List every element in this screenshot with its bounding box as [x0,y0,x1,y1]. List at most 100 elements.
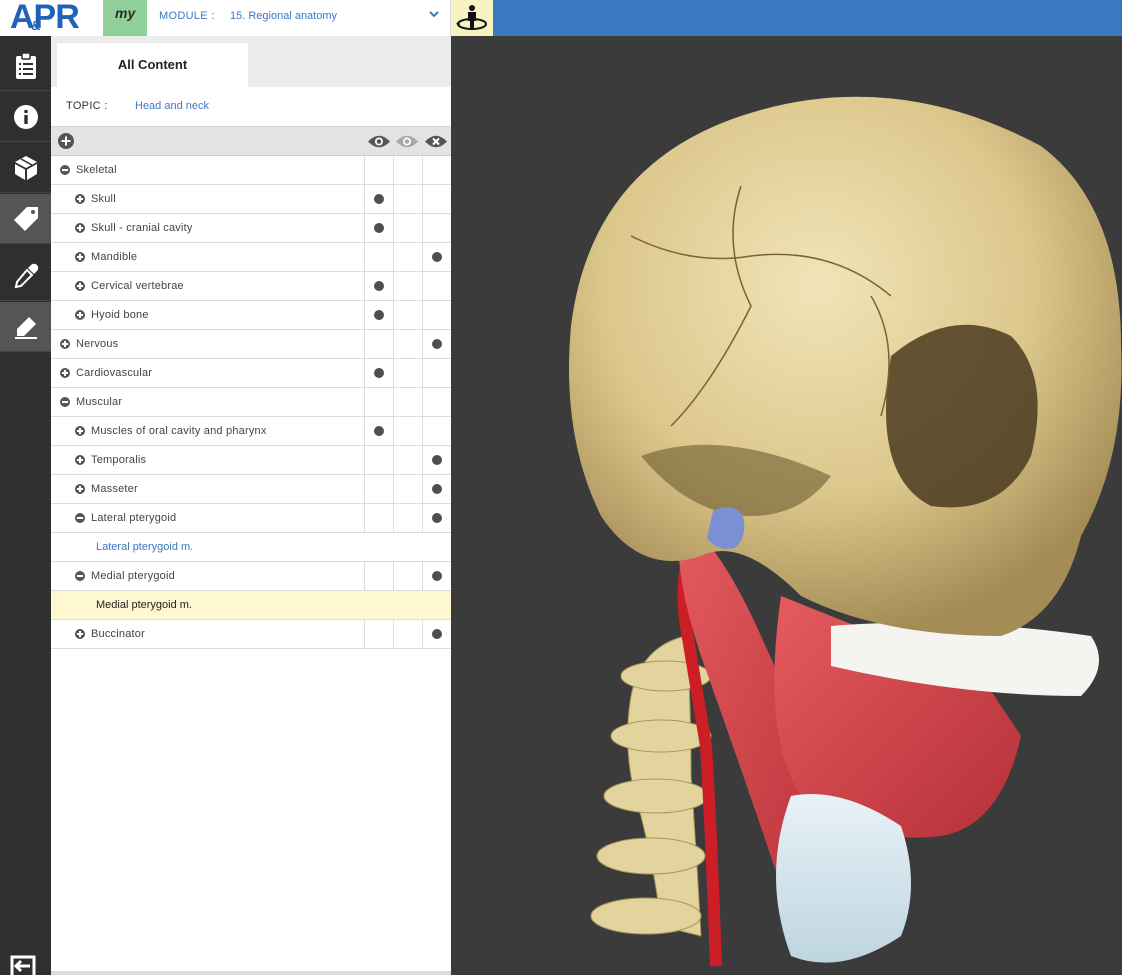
fade-cell[interactable] [393,446,422,474]
show-cell[interactable] [364,359,393,387]
tree-leaf-label[interactable]: Medial pterygoid m. [96,599,192,611]
tree-row[interactable]: Skeletal [51,156,451,185]
hide-cell[interactable] [422,359,451,387]
expand-icon[interactable] [75,281,85,291]
show-cell[interactable] [364,330,393,358]
expand-icon[interactable] [75,194,85,204]
tree-row[interactable]: Hyoid bone [51,301,451,330]
show-cell[interactable] [364,417,393,445]
tree-row[interactable]: Cardiovascular [51,359,451,388]
fade-cell[interactable] [393,620,422,648]
hide-cell[interactable] [422,243,451,271]
tree-row[interactable]: Mandible [51,243,451,272]
module-select[interactable]: MODULE : 15. Regional anatomy [147,0,451,36]
add-circle-icon[interactable] [58,133,74,149]
tree-row[interactable]: Temporalis [51,446,451,475]
3d-viewer[interactable] [451,36,1122,975]
fade-cell[interactable] [393,301,422,329]
tree-leaf-item[interactable]: Lateral pterygoid m. [51,533,451,562]
fade-cell[interactable] [393,330,422,358]
tree-row[interactable]: Cervical vertebrae [51,272,451,301]
navigator-button[interactable] [451,0,493,36]
expand-icon[interactable] [60,368,70,378]
my-button[interactable]: my [103,0,147,36]
rail-clipboard-button[interactable] [0,41,51,91]
collapse-icon[interactable] [75,571,85,581]
hide-cell[interactable] [422,330,451,358]
show-cell[interactable] [364,475,393,503]
show-cell[interactable] [364,388,393,416]
hide-cell[interactable] [422,620,451,648]
fade-cell[interactable] [393,214,422,242]
tree-row[interactable]: Skull - cranial cavity [51,214,451,243]
tree-row-label: Hyoid bone [91,309,149,321]
anatomy-model-image[interactable] [451,36,1122,975]
hide-cell[interactable] [422,214,451,242]
expand-icon[interactable] [75,252,85,262]
fade-cell[interactable] [393,359,422,387]
hide-cell[interactable] [422,475,451,503]
eye-icon[interactable] [367,134,391,149]
expand-icon[interactable] [75,310,85,320]
expand-icon[interactable] [75,484,85,494]
chevron-down-icon[interactable] [428,8,440,20]
tree-row[interactable]: Muscular [51,388,451,417]
show-cell[interactable] [364,156,393,184]
show-cell[interactable] [364,214,393,242]
fade-cell[interactable] [393,475,422,503]
hide-cell[interactable] [422,301,451,329]
topic-link[interactable]: Head and neck [135,100,209,112]
rail-cube-button[interactable] [0,143,51,193]
expand-icon[interactable] [75,455,85,465]
show-cell[interactable] [364,301,393,329]
rail-info-button[interactable] [0,92,51,142]
hide-cell[interactable] [422,504,451,532]
hide-cell[interactable] [422,185,451,213]
fade-cell[interactable] [393,272,422,300]
tree-row[interactable]: Medial pterygoid [51,562,451,591]
hide-cell[interactable] [422,388,451,416]
show-cell[interactable] [364,446,393,474]
show-cell[interactable] [364,243,393,271]
tree-leaf-label[interactable]: Lateral pterygoid m. [96,541,193,553]
fade-cell[interactable] [393,185,422,213]
expand-icon[interactable] [75,223,85,233]
tree-row[interactable]: Masseter [51,475,451,504]
rail-highlighter-button[interactable] [0,302,51,352]
eye-faded-icon[interactable] [395,134,419,149]
expand-icon[interactable] [60,339,70,349]
fade-cell[interactable] [393,243,422,271]
expand-icon[interactable] [75,426,85,436]
tree-row[interactable]: Buccinator [51,620,451,649]
show-cell[interactable] [364,562,393,590]
rail-eyedropper-button[interactable] [0,251,51,301]
tree-row[interactable]: Muscles of oral cavity and pharynx [51,417,451,446]
show-cell[interactable] [364,185,393,213]
show-cell[interactable] [364,272,393,300]
fade-cell[interactable] [393,504,422,532]
show-cell[interactable] [364,620,393,648]
collapse-icon[interactable] [60,397,70,407]
hide-cell[interactable] [422,562,451,590]
hide-cell[interactable] [422,446,451,474]
show-cell[interactable] [364,504,393,532]
expand-icon[interactable] [75,629,85,639]
rail-tag-button[interactable] [0,194,51,244]
fade-cell[interactable] [393,417,422,445]
close-circle-icon[interactable] [424,134,448,149]
hide-cell[interactable] [422,156,451,184]
fade-cell[interactable] [393,388,422,416]
tree-leaf-item[interactable]: Medial pterygoid m. [51,591,451,620]
collapse-icon[interactable] [75,513,85,523]
fade-cell[interactable] [393,562,422,590]
tree-row[interactable]: Nervous [51,330,451,359]
collapse-icon[interactable] [60,165,70,175]
hide-cell[interactable] [422,272,451,300]
apr-logo[interactable]: APR & [0,0,103,36]
tree-row[interactable]: Skull [51,185,451,214]
tree-row[interactable]: Lateral pterygoid [51,504,451,533]
exit-icon[interactable] [8,955,38,975]
tab-all-content[interactable]: All Content [57,43,248,87]
hide-cell[interactable] [422,417,451,445]
fade-cell[interactable] [393,156,422,184]
